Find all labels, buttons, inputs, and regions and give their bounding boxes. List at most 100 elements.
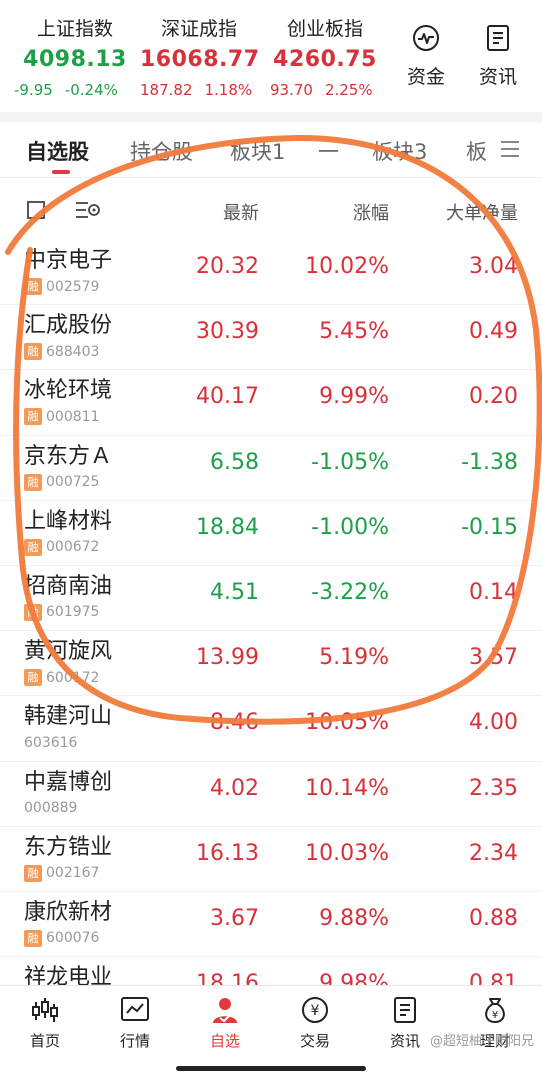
latest-price: 30.39: [196, 319, 259, 345]
svg-text:¥: ¥: [492, 1010, 498, 1021]
tab-watchlist[interactable]: 自选股: [26, 136, 89, 166]
net-large-order: 0.14: [469, 579, 518, 605]
watchlist-tabs: 自选股 持仓股 板块1 一 板块3 板: [0, 122, 542, 178]
document-icon: [394, 997, 416, 1023]
stock-meta: 融 600172: [24, 669, 100, 687]
latest-price: 8.46: [210, 710, 259, 736]
funds-label: 资金: [406, 66, 445, 88]
stock-name: 招商南油: [24, 573, 113, 599]
stock-row[interactable]: 京东方Ａ 融 000725 6.58 -1.05% -1.38: [0, 436, 542, 501]
tab-sector-1[interactable]: 板块1: [230, 136, 285, 166]
stock-row[interactable]: 中嘉博创 000889 4.02 10.14% 2.35: [0, 762, 542, 827]
tab-sector-2[interactable]: 一: [318, 136, 339, 166]
col-change-pct[interactable]: 涨幅: [353, 199, 389, 225]
stock-meta: 000889: [24, 800, 77, 817]
stock-code: 600172: [46, 669, 100, 686]
stock-name: 黄河旋风: [24, 639, 113, 665]
active-tab-indicator: [52, 170, 70, 174]
margin-badge: 融: [24, 408, 42, 426]
nav-home[interactable]: 首页: [10, 996, 80, 1051]
stock-name: 上峰材料: [24, 508, 113, 534]
column-header: 最新 涨幅 大单净量: [0, 178, 542, 240]
funds-button[interactable]: 资金: [396, 24, 456, 89]
index-value: 16068.77: [140, 47, 260, 72]
index-cyb[interactable]: 创业板指 4260.75 93.70 2.25%: [270, 14, 380, 99]
net-large-order: 0.20: [469, 384, 518, 410]
stock-row[interactable]: 上峰材料融 000672 18.84 -1.00% -0.15: [0, 501, 542, 566]
net-large-order: 0.49: [469, 319, 518, 345]
margin-badge: 融: [24, 473, 42, 491]
change-pct: 9.99%: [319, 384, 389, 410]
stock-name: 汇成股份: [24, 313, 113, 339]
stock-name: 韩建河山: [24, 704, 113, 730]
col-latest[interactable]: 最新: [223, 199, 259, 225]
net-large-order: 3.57: [469, 645, 518, 671]
nav-watchlist[interactable]: 自选: [190, 996, 260, 1051]
stock-row[interactable]: 招商南油融 601975 4.51 -3.22% 0.14: [0, 566, 542, 632]
change-pct: 10.02%: [305, 254, 389, 279]
change-pct: 5.45%: [319, 319, 389, 345]
menu-icon[interactable]: [500, 140, 520, 158]
stock-name: 康欣新材: [24, 899, 113, 925]
stock-code: 603616: [24, 734, 78, 751]
stock-meta: 融 000725: [24, 473, 99, 491]
tab-holdings[interactable]: 持仓股: [130, 136, 193, 166]
stock-name: 冰轮环境: [24, 378, 113, 404]
stock-meta: 融 688403: [24, 343, 100, 361]
stock-row[interactable]: 东方锆业融 002167 16.13 10.03% 2.34: [0, 827, 542, 892]
nav-market[interactable]: 行情: [100, 996, 170, 1051]
change-pct: 10.14%: [305, 775, 389, 801]
net-large-order: 3.04: [469, 254, 518, 279]
net-large-order: 2.35: [469, 775, 518, 801]
index-name: 上证指数: [36, 18, 113, 40]
change-pct: -1.05%: [311, 449, 389, 475]
stock-meta: 融 601975: [24, 603, 99, 621]
margin-badge: 融: [24, 343, 42, 361]
stock-meta: 融 002167: [24, 864, 100, 882]
filter-settings-icon[interactable]: [74, 200, 102, 220]
news-button[interactable]: 资讯: [468, 24, 528, 89]
money-bag-icon: ¥: [485, 998, 505, 1024]
index-sz[interactable]: 深证成指 16068.77 187.82 1.18%: [140, 14, 260, 99]
net-large-order: 2.34: [469, 840, 518, 866]
stock-row[interactable]: 韩建河山 603616 8.46 10.05% 4.00: [0, 696, 542, 762]
index-sh[interactable]: 上证指数 4098.13 -9.95 -0.24%: [14, 14, 136, 99]
stock-code: 000811: [46, 408, 100, 425]
net-large-order: -0.15: [461, 514, 518, 540]
latest-price: 40.17: [196, 384, 259, 410]
change-pct: 5.19%: [319, 645, 389, 671]
index-name: 深证成指: [160, 18, 237, 40]
stock-row[interactable]: 黄河旋风融 600172 13.99 5.19% 3.57: [0, 631, 542, 697]
col-net-large[interactable]: 大单净量: [446, 199, 518, 225]
stock-row[interactable]: 康欣新材融 600076 3.67 9.88% 0.88: [0, 892, 542, 958]
latest-price: 3.67: [210, 905, 259, 931]
stock-meta: 融 600076: [24, 929, 99, 947]
latest-price: 20.32: [196, 254, 259, 279]
stock-code: 002167: [46, 865, 100, 882]
tab-sector-3[interactable]: 板块3: [372, 136, 427, 166]
stock-name: 东方锆业: [24, 834, 113, 860]
nav-trade[interactable]: ¥ 交易: [280, 996, 350, 1051]
stock-code: 688403: [46, 343, 100, 360]
stock-row[interactable]: 冰轮环境融 000811 40.17 9.99% 0.20: [0, 370, 542, 436]
net-large-order: 4.00: [469, 710, 518, 736]
edit-icon[interactable]: [26, 200, 46, 220]
stock-meta: 融 000811: [24, 408, 100, 426]
margin-badge: 融: [24, 278, 42, 295]
news-label: 资讯: [478, 66, 517, 88]
margin-badge: 融: [24, 929, 42, 947]
margin-badge: 融: [24, 864, 42, 882]
stock-row[interactable]: 中京电子融 002579 20.32 10.02% 3.04: [0, 240, 542, 306]
tab-sector-more[interactable]: 板: [466, 136, 487, 166]
index-header: 上证指数 4098.13 -9.95 -0.24% 深证成指 16068.77 1…: [0, 0, 542, 112]
nav-label: 行情: [119, 1032, 150, 1050]
person-check-icon: [213, 998, 237, 1023]
stock-meta: 603616: [24, 734, 77, 751]
index-change: 93.70 2.25%: [270, 81, 373, 99]
index-value: 4098.13: [23, 47, 127, 72]
stock-row[interactable]: 汇成股份融 688403 30.39 5.45% 0.49: [0, 305, 542, 371]
stock-meta: 融 000672: [24, 538, 99, 556]
watermark: @超短柚子阳阳兄: [429, 1034, 534, 1049]
candlestick-icon: [32, 998, 58, 1022]
nav-label: 交易: [299, 1032, 330, 1050]
